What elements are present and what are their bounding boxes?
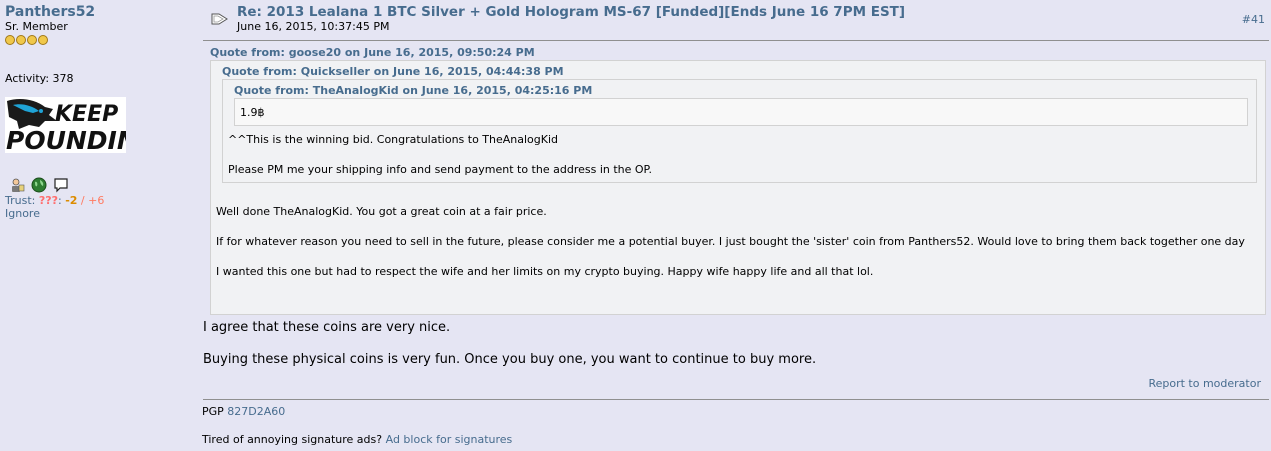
quote-quickseller-line2: Please PM me your shipping info and send… [228, 163, 652, 176]
signature-pgp: PGP 827D2A60 [202, 405, 285, 418]
post-xx-icon [210, 9, 230, 29]
poster-icons [9, 177, 69, 193]
trust-score[interactable]: Trust: ???: -2 / +6 [5, 194, 104, 207]
rank-coins-icon [5, 35, 48, 45]
svg-text:POUNDING: POUNDING [6, 126, 126, 153]
avatar: KEEP POUNDING [5, 97, 158, 155]
trust-negative: -2 [65, 194, 78, 207]
signature-divider [203, 399, 1269, 400]
quote-theanalogkid [234, 98, 1248, 126]
trust-positive: +6 [88, 194, 105, 207]
quote-header-theanalogkid[interactable]: Quote from: TheAnalogKid on June 16, 201… [234, 84, 592, 97]
quote-header-goose20[interactable]: Quote from: goose20 on June 16, 2015, 09… [210, 46, 535, 59]
quote-header-quickseller[interactable]: Quote from: Quickseller on June 16, 2015… [222, 65, 564, 78]
quote-theanalogkid-text: 1.9฿ [240, 106, 265, 119]
trust-label: Trust: [5, 194, 39, 207]
poster-username-link[interactable]: Panthers52 [5, 4, 95, 20]
poster-activity: Activity: 378 [5, 72, 74, 85]
poster-info: Panthers52 Sr. Member Activity: 378 KEEP… [0, 0, 200, 451]
pgp-label: PGP [202, 405, 228, 418]
header-divider [203, 40, 1269, 41]
pgp-key-link[interactable]: 827D2A60 [227, 405, 285, 418]
profile-icon[interactable] [9, 177, 25, 193]
signature-ad: Tired of annoying signature ads? Ad bloc… [202, 433, 512, 446]
post-subject-link[interactable]: Re: 2013 Lealana 1 BTC Silver + Gold Hol… [237, 4, 905, 20]
quote-goose20-line3: I wanted this one but had to respect the… [216, 265, 874, 278]
coin-icon [38, 35, 48, 45]
svg-text:KEEP: KEEP [55, 102, 118, 127]
message-icon[interactable] [53, 177, 69, 193]
globe-icon[interactable] [31, 177, 47, 193]
trust-separator: / [77, 194, 89, 207]
coin-icon [27, 35, 37, 45]
report-to-moderator-link[interactable]: Report to moderator [1148, 377, 1261, 390]
post-body-line2: Buying these physical coins is very fun.… [203, 352, 817, 367]
quote-goose20-line1: Well done TheAnalogKid. You got a great … [216, 205, 547, 218]
coin-icon [16, 35, 26, 45]
trust-unknown: ??? [38, 194, 58, 207]
quote-quickseller-line1: ^^This is the winning bid. Congratulatio… [228, 133, 559, 146]
ad-text: Tired of annoying signature ads? [202, 433, 386, 446]
quote-goose20-line2: If for whatever reason you need to sell … [216, 235, 1245, 248]
ad-block-link[interactable]: Ad block for signatures [386, 433, 513, 446]
ignore-link[interactable]: Ignore [5, 207, 40, 220]
post-number-link[interactable]: #41 [1242, 13, 1265, 26]
poster-rank: Sr. Member [5, 20, 68, 33]
coin-icon [5, 35, 15, 45]
post-body-line1: I agree that these coins are very nice. [203, 320, 451, 335]
post-date: June 16, 2015, 10:37:45 PM [237, 20, 390, 33]
